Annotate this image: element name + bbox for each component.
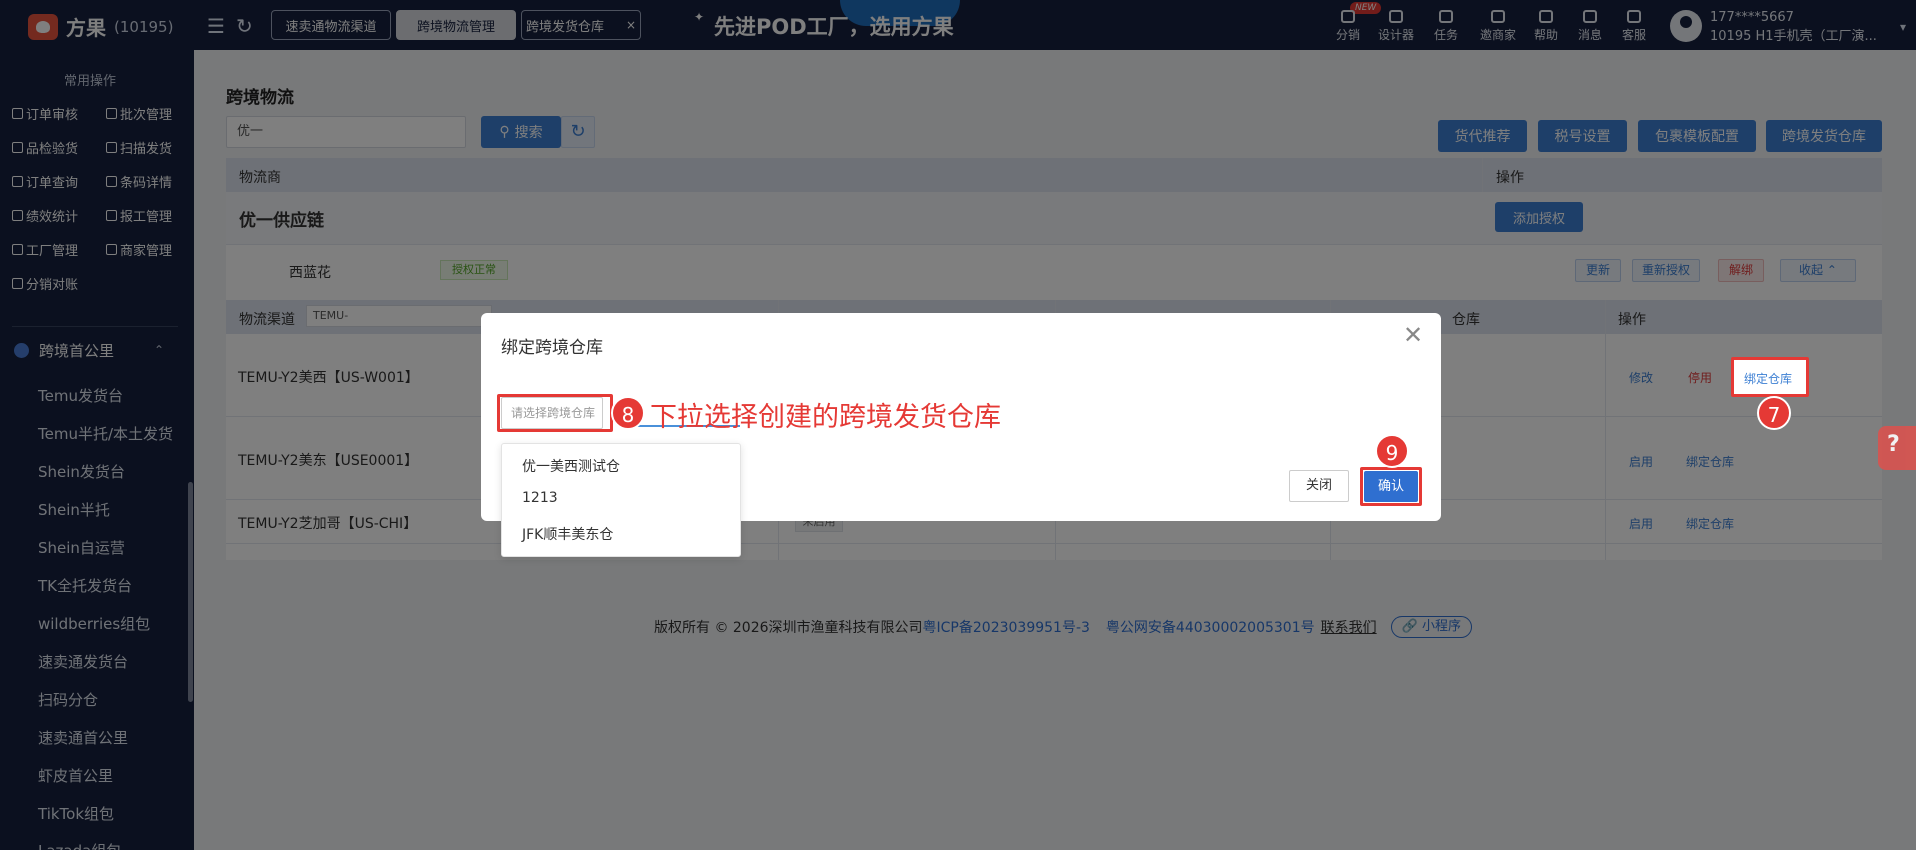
warehouse-dropdown: 优一美西测试仓 1213 JFK顺丰美东仓 <box>501 443 741 557</box>
dropdown-option[interactable]: JFK顺丰美东仓 <box>522 524 613 544</box>
dialog-title: 绑定跨境仓库 <box>501 338 603 358</box>
step-7-marker: 7 <box>1757 396 1791 430</box>
bind-warehouse-link-highlighted[interactable]: 绑定仓库 <box>1744 370 1792 387</box>
dropdown-option[interactable]: 1213 <box>522 490 558 506</box>
step-8-marker: 8 <box>611 396 645 430</box>
dialog-close-button[interactable]: 关闭 <box>1289 470 1349 502</box>
dialog-confirm-button[interactable]: 确认 <box>1364 471 1418 502</box>
floating-help-button[interactable] <box>1878 426 1916 470</box>
step-8-instruction: 下拉选择创建的跨境发货仓库 <box>650 402 1001 433</box>
step-9-marker: 9 <box>1375 434 1409 468</box>
close-icon[interactable]: ✕ <box>1403 323 1423 347</box>
dropdown-option[interactable]: 优一美西测试仓 <box>522 456 620 476</box>
highlight-warehouse-select <box>497 394 613 432</box>
